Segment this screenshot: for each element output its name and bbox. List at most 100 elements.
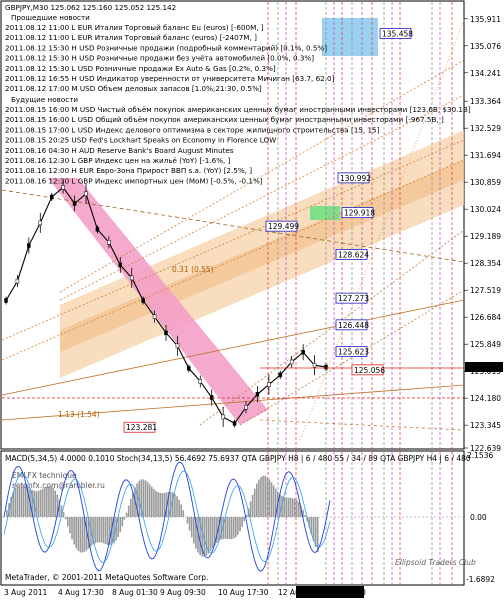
current-price-value: 125.142	[468, 363, 499, 372]
macd-bar	[25, 485, 27, 517]
candle-body	[107, 240, 111, 245]
price-axis-label: 133.364	[470, 97, 501, 106]
macd-bar	[251, 494, 254, 517]
macd-bar	[209, 517, 212, 551]
macd-bar	[270, 482, 273, 517]
future-news-title: Будущие новости	[11, 95, 78, 104]
macd-bar	[232, 517, 235, 539]
past-news-item: 2011.08.12 15:30 H USD Розничные продажи…	[5, 54, 314, 63]
macd-bar	[283, 496, 285, 517]
trading-chart: GBPJPY,M30 125.062 125.160 125.052 125.1…	[0, 0, 503, 598]
candle-body	[221, 414, 225, 420]
candle-body	[301, 349, 305, 355]
macd-bar	[94, 517, 96, 544]
past-news-item: 2011.08.12 17:00 M USD Объем деловых зап…	[5, 84, 262, 93]
candle-body	[289, 359, 294, 365]
macd-scale-top: 2.1536	[467, 451, 493, 460]
macd-bar	[264, 475, 266, 517]
macd-bar	[119, 517, 122, 533]
macd-bar	[106, 517, 109, 545]
candle-body	[27, 243, 31, 248]
macd-bar	[298, 502, 300, 517]
macd-bar	[62, 512, 65, 517]
past-news-item: 2011.08.12 15:30 L USD Розничные продажи…	[5, 64, 276, 73]
time-axis-label: 4 Aug 17:30	[58, 588, 104, 597]
price-axis-label: 135.911	[470, 15, 501, 24]
macd-bar	[207, 517, 210, 554]
green-zone	[310, 206, 340, 220]
time-highlight-label: 2011.08.15 08:20	[299, 588, 366, 597]
macd-bar	[285, 497, 287, 517]
past-news-item: 2011.08.12 11:00 L EUR Италия Торговый б…	[5, 33, 257, 42]
candle-body	[312, 362, 317, 368]
price-axis-label: 131.694	[470, 151, 501, 160]
macd-bar	[14, 488, 17, 517]
macd-bar	[22, 484, 25, 517]
macd-bar	[157, 492, 159, 517]
macd-bar	[159, 492, 161, 517]
time-axis-label: 10 Aug 17:30	[218, 588, 269, 597]
macd-bar	[253, 488, 256, 517]
macd-bar	[148, 484, 151, 517]
macd-scale-bottom: -1.6892	[466, 575, 495, 584]
macd-bar	[188, 517, 191, 531]
macd-bar	[262, 475, 264, 517]
macd-bar	[287, 497, 290, 517]
macd-bar	[151, 486, 153, 517]
fib-label-a: 0.31 (0.55)	[172, 265, 214, 274]
price-label-text: 135.458	[382, 29, 413, 38]
past-news-item: 2011.08.12 16:55 H USD Индикатор уверенн…	[5, 74, 335, 83]
future-news-item: 2011.08.16 12:00 H EUR Евро-Зона Прирост…	[5, 166, 252, 175]
macd-bar	[37, 490, 40, 517]
macd-bar	[256, 483, 258, 517]
macd-bar	[64, 517, 67, 520]
macd-bar	[132, 492, 134, 517]
macd-bar	[144, 480, 147, 517]
future-news-item: 2011.08.16 04:30 H AUD Reserve Bank's Bo…	[5, 146, 234, 155]
time-axis-label: 3 Aug 2011	[4, 588, 47, 597]
price-axis-label: 128.354	[470, 259, 501, 268]
macd-bar	[50, 486, 52, 517]
time-axis-label: 9 Aug 09:30	[160, 588, 206, 597]
candle-body	[187, 366, 191, 371]
macd-bar	[174, 493, 176, 517]
price-axis-label: 124.180	[470, 394, 501, 403]
copyright-text: MetaTrader, © 2001-2011 MetaQuotes Softw…	[5, 573, 208, 582]
candle-body	[198, 379, 203, 384]
candle-body	[232, 421, 237, 426]
macd-bar	[304, 515, 306, 517]
macd-bar	[161, 493, 164, 517]
candle-body	[95, 227, 100, 232]
candle-body	[324, 364, 328, 370]
macd-bar	[190, 517, 193, 538]
macd-bar	[123, 517, 126, 520]
macd-bar	[104, 517, 107, 545]
candle-body	[255, 392, 260, 397]
blue-zone	[322, 18, 378, 56]
price-axis-label: 132.529	[470, 124, 501, 133]
price-axis-label: 127.519	[470, 286, 501, 295]
price-axis-label: 135.076	[470, 42, 501, 51]
macd-bar	[98, 517, 101, 543]
candle-body	[209, 395, 214, 400]
macd-bar	[293, 498, 296, 517]
candle-body	[175, 343, 180, 349]
future-news-item: 2011.08.15 16:00 L USD Общий объём покуп…	[5, 115, 444, 124]
price-axis-label: 129.189	[470, 232, 501, 241]
macd-bar	[77, 517, 80, 552]
candle-body	[164, 330, 168, 336]
price-axis-label: 134.241	[470, 69, 501, 78]
macd-bar	[180, 504, 182, 517]
macd-bar	[41, 488, 44, 517]
macd-bar	[155, 490, 157, 517]
price-label-text: 130.992	[340, 174, 371, 183]
future-news-item: 2011.08.15 17:00 L USD Индекс делового о…	[5, 125, 380, 134]
price-label-text: 128.624	[338, 250, 369, 259]
candle-body	[118, 262, 123, 268]
candle-body	[15, 278, 20, 284]
symbol-header: GBPJPY,M30 125.062 125.160 125.052 125.1…	[5, 3, 176, 12]
macd-bar	[228, 517, 231, 540]
indicator-header: MACD(5,34,5) 4.0000 0.1010 Stoch(34,13,5…	[5, 454, 471, 463]
macd-bar	[237, 517, 239, 535]
price-label-text: 129.499	[268, 222, 299, 231]
